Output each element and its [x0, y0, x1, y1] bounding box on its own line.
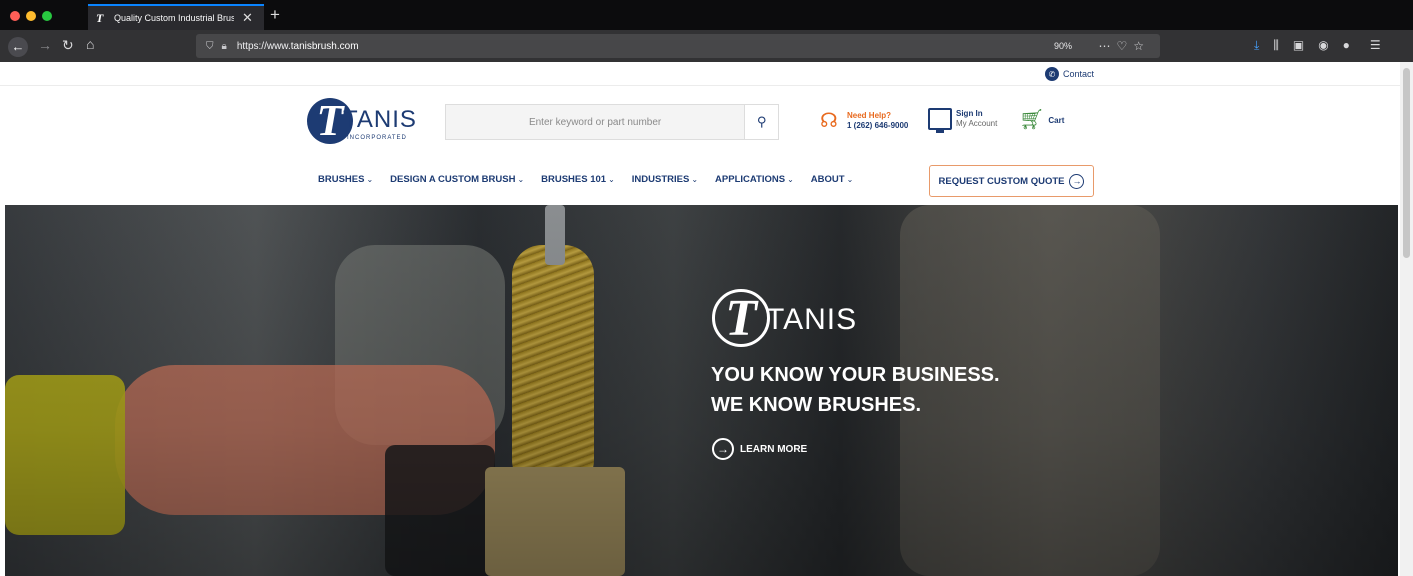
- nav-label: DESIGN A CUSTOM BRUSH: [390, 174, 516, 185]
- nav-design-custom-brush[interactable]: DESIGN A CUSTOM BRUSH ⌄: [390, 174, 524, 185]
- hero-headline-2: WE KNOW BRUSHES.: [711, 394, 921, 416]
- toolbar-icons: ⤓ ⫼ ▣ ◉ ● ☰: [1254, 38, 1381, 53]
- my-account-label: My Account: [956, 119, 998, 128]
- hero-banner: T TANIS YOU KNOW YOUR BUSINESS. WE KNOW …: [5, 205, 1398, 576]
- hero-logo-word: TANIS: [766, 303, 858, 336]
- nav-industries[interactable]: INDUSTRIES ⌄: [632, 174, 698, 185]
- nav-about[interactable]: ABOUT ⌄: [811, 174, 853, 185]
- library-icon[interactable]: ⫼: [1273, 38, 1279, 53]
- arrow-right-circle-icon: →: [1069, 173, 1085, 189]
- chevron-down-icon: ⌄: [517, 175, 525, 184]
- nav-brushes[interactable]: BRUSHES ⌄: [318, 174, 373, 185]
- hamburger-icon[interactable]: ☰: [1370, 38, 1381, 53]
- shield-icon[interactable]: ⛉: [206, 41, 214, 52]
- contact-label: Contact: [1063, 69, 1095, 79]
- sidebar-icon[interactable]: ▣: [1293, 38, 1304, 53]
- nav-label: BRUSHES 101: [541, 174, 607, 185]
- page-scrollbar[interactable]: [1400, 62, 1413, 576]
- chevron-down-icon: ⌄: [787, 175, 794, 184]
- arrow-right-icon[interactable]: →: [38, 38, 52, 52]
- lock-icon[interactable]: 🔒︎: [222, 41, 227, 52]
- close-tab-icon[interactable]: ✕: [242, 10, 253, 26]
- contact-link[interactable]: ✆ Contact: [1045, 67, 1094, 81]
- url-text[interactable]: https://www.tanisbrush.com: [237, 41, 359, 52]
- browser-toolbar: ← → ↻ ⌂ ⛉ 🔒︎ https://www.tanisbrush.com …: [0, 30, 1413, 62]
- main-navigation: BRUSHES ⌄ DESIGN A CUSTOM BRUSH ⌄ BRUSHES …: [318, 174, 870, 185]
- web-page: ✆ Contact T TANIS INCORPORATED ⚲ ☊ Need …: [0, 62, 1400, 576]
- tanis-favicon-icon: T: [96, 11, 104, 25]
- nav-applications[interactable]: APPLICATIONS ⌄: [715, 174, 794, 185]
- close-window-button[interactable]: [10, 11, 20, 21]
- star-icon[interactable]: ☆: [1133, 39, 1150, 53]
- maximize-window-button[interactable]: [42, 11, 52, 21]
- nav-label: INDUSTRIES: [631, 174, 690, 185]
- arrow-right-circle-icon: →: [712, 438, 734, 460]
- cart-link[interactable]: 🛒︎ Cart: [1019, 109, 1064, 131]
- chevron-down-icon: ⌄: [846, 175, 854, 184]
- extension-icon[interactable]: ●: [1343, 38, 1350, 53]
- url-host: tanisbrush.com: [290, 40, 359, 52]
- chevron-down-icon: ⌄: [608, 175, 615, 184]
- sign-in-link[interactable]: Sign In My Account: [928, 108, 998, 133]
- arrow-left-icon[interactable]: ←: [8, 37, 28, 57]
- hero-headline-1: YOU KNOW YOUR BUSINESS.: [711, 364, 1000, 386]
- request-quote-button[interactable]: REQUEST CUSTOM QUOTE →: [929, 165, 1094, 197]
- url-bar[interactable]: ⛉ 🔒︎ https://www.tanisbrush.com 90% ⋯♡☆: [196, 34, 1160, 58]
- headset-icon: ☊: [820, 110, 838, 132]
- nav-label: APPLICATIONS: [715, 174, 786, 185]
- logo-subtitle: INCORPORATED: [347, 135, 407, 141]
- pocket-icon[interactable]: ♡: [1116, 39, 1133, 53]
- search-input[interactable]: [446, 105, 745, 139]
- home-icon[interactable]: ⌂: [86, 37, 94, 51]
- hero-logo-mark: T: [712, 289, 770, 347]
- search-icon: ⚲: [756, 114, 767, 129]
- utility-bar: ✆ Contact: [0, 62, 1400, 86]
- sign-in-title: Sign In: [956, 109, 983, 118]
- learn-more-label: LEARN MORE: [740, 443, 808, 455]
- learn-more-button[interactable]: → LEARN MORE: [712, 438, 807, 460]
- phone-icon: ✆: [1045, 67, 1059, 81]
- chevron-down-icon: ⌄: [691, 175, 699, 184]
- help-title: Need Help?: [847, 111, 892, 120]
- search-box: ⚲: [445, 104, 779, 140]
- url-prefix: https://www.: [236, 40, 291, 52]
- help-phone: 1 (262) 646-9000: [847, 121, 909, 130]
- quote-label: REQUEST CUSTOM QUOTE: [938, 175, 1065, 187]
- more-icon[interactable]: ⋯: [1098, 39, 1116, 53]
- hero-overlay: [5, 205, 1398, 576]
- nav-brushes-101[interactable]: BRUSHES 101 ⌄: [541, 174, 615, 185]
- site-logo[interactable]: T TANIS INCORPORATED: [307, 98, 417, 146]
- search-button[interactable]: ⚲: [744, 105, 778, 139]
- minimize-window-button[interactable]: [26, 11, 36, 21]
- account-icon[interactable]: ◉: [1318, 38, 1328, 53]
- reload-icon[interactable]: ↻: [62, 38, 74, 52]
- download-icon[interactable]: ⤓: [1254, 38, 1259, 53]
- browser-tab-bar: T Quality Custom Industrial Brush ✕ +: [0, 0, 1413, 30]
- browser-tab-active[interactable]: T Quality Custom Industrial Brush ✕: [88, 4, 264, 30]
- nav-label: ABOUT: [810, 174, 845, 185]
- nav-label: BRUSHES: [318, 174, 365, 185]
- tab-title: Quality Custom Industrial Brush: [114, 13, 234, 23]
- chevron-down-icon: ⌄: [366, 175, 374, 184]
- hero-logo: T TANIS: [712, 289, 872, 349]
- cart-icon: 🛒︎: [1019, 109, 1045, 131]
- need-help-link[interactable]: ☊ Need Help? 1 (262) 646-9000: [820, 109, 908, 133]
- scrollbar-thumb[interactable]: [1403, 68, 1410, 258]
- zoom-level[interactable]: 90%: [1054, 41, 1072, 51]
- monitor-icon: [928, 108, 952, 133]
- cart-label: Cart: [1048, 115, 1065, 125]
- logo-word: TANIS: [343, 106, 417, 133]
- new-tab-button[interactable]: +: [270, 6, 280, 23]
